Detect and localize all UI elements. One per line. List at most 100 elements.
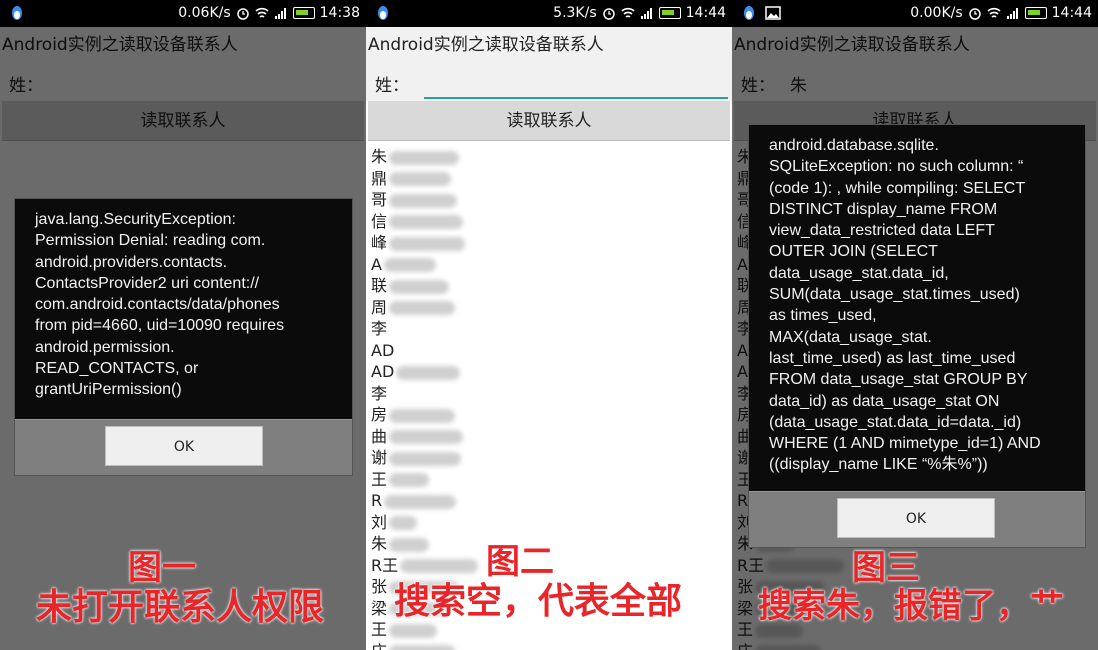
caption-text: 搜索朱，报错了，艹 xyxy=(758,586,1064,626)
contact-row[interactable]: 李 xyxy=(371,383,732,405)
status-bar: 0.00K/s 14:44 xyxy=(732,0,1098,27)
contact-name: 周 xyxy=(371,297,388,317)
contact-row[interactable]: 朱 xyxy=(371,146,732,168)
contact-name: 曲 xyxy=(371,426,388,446)
contact-name: 鼎 xyxy=(371,168,388,188)
redacted-text xyxy=(389,279,450,294)
screenshot-3: 0.00K/s 14:44 Android实例之读取设备联系人 姓： 朱 读取联… xyxy=(732,0,1098,650)
contact-row[interactable]: 李 xyxy=(371,318,732,340)
battery-icon xyxy=(1024,7,1047,19)
dialog-button-bar: OK xyxy=(749,491,1085,547)
signal-icon xyxy=(274,8,286,19)
redacted-text xyxy=(389,236,466,251)
surname-label: 姓： xyxy=(375,76,409,96)
contact-row[interactable]: 刘 xyxy=(371,512,732,534)
network-speed: 5.3K/s xyxy=(553,5,597,21)
redacted-text xyxy=(389,473,430,487)
status-bar: 0.06K/s 14:38 xyxy=(0,0,366,27)
contact-row[interactable]: 周 xyxy=(371,297,732,319)
contact-name: 庄 xyxy=(371,642,387,650)
contact-row[interactable]: 哥 xyxy=(371,189,732,211)
redacted-text xyxy=(389,451,462,466)
ok-button[interactable]: OK xyxy=(837,498,995,538)
caption-text: 搜索空，代表全部 xyxy=(394,581,683,622)
redacted-text xyxy=(383,258,436,272)
qq-penguin-icon xyxy=(744,6,754,20)
redacted-text xyxy=(389,623,438,638)
contact-row[interactable]: AD xyxy=(371,340,732,362)
contact-name: 房 xyxy=(371,405,388,424)
dialog-message: java.lang.SecurityException: Permission … xyxy=(35,211,285,399)
contact-row[interactable]: AD xyxy=(371,361,732,383)
contact-row[interactable]: 房 xyxy=(371,404,732,426)
surname-row: 姓： xyxy=(366,63,732,101)
contact-row[interactable]: 联 xyxy=(371,275,732,297)
error-dialog: java.lang.SecurityException: Permission … xyxy=(14,198,353,476)
redacted-text xyxy=(389,150,460,165)
contact-row[interactable]: A xyxy=(371,254,732,276)
contact-name: A xyxy=(371,254,382,274)
qq-penguin-icon xyxy=(378,6,388,20)
signal-icon xyxy=(640,8,652,19)
contact-name: 朱 xyxy=(371,534,388,553)
clock: 14:44 xyxy=(1051,5,1092,21)
ok-button[interactable]: OK xyxy=(105,426,263,466)
contact-name: 刘 xyxy=(371,512,388,532)
contact-row[interactable]: R xyxy=(371,490,732,512)
contact-row[interactable]: 谢 xyxy=(371,447,732,469)
read-contacts-button[interactable]: 读取联系人 xyxy=(368,101,730,141)
contact-name: 峰 xyxy=(371,233,388,252)
redacted-text xyxy=(396,365,461,380)
status-bar: 5.3K/s 14:44 xyxy=(366,0,732,27)
contact-row[interactable]: 鼎 xyxy=(371,168,732,190)
contact-name: 张 xyxy=(371,577,388,596)
alarm-clock-icon xyxy=(602,8,615,20)
redacted-text xyxy=(389,301,456,315)
redacted-text xyxy=(389,645,456,650)
contact-name: 李 xyxy=(371,319,388,338)
qq-penguin-icon xyxy=(12,6,22,20)
redacted-text xyxy=(389,516,418,530)
screenshot-2: 5.3K/s 14:44 Android实例之读取设备联系人 姓： 读取联系人 … xyxy=(366,0,732,650)
contact-name: AD xyxy=(371,340,395,360)
alarm-clock-icon xyxy=(968,8,981,20)
contact-name: 李 xyxy=(371,383,388,403)
surname-input[interactable] xyxy=(424,71,728,99)
contact-name: 梁 xyxy=(371,598,388,618)
signal-icon xyxy=(1006,8,1018,19)
redacted-text xyxy=(389,430,464,444)
network-speed: 0.06K/s xyxy=(178,5,231,21)
redacted-text xyxy=(384,494,457,509)
wifi-icon xyxy=(621,7,635,18)
caption-text: 未打开联系人权限 xyxy=(36,587,325,628)
app-title: Android实例之读取设备联系人 xyxy=(366,27,732,63)
redacted-text xyxy=(389,408,456,423)
contact-name: 王 xyxy=(371,620,388,639)
contact-name: 联 xyxy=(371,276,388,295)
clock: 14:38 xyxy=(319,5,360,21)
battery-icon xyxy=(658,7,681,19)
wifi-icon xyxy=(255,7,269,18)
screenshot-1: 0.06K/s 14:38 Android实例之读取设备联系人 姓： 读取联系人… xyxy=(0,0,366,650)
redacted-text xyxy=(389,215,464,229)
clock: 14:44 xyxy=(685,5,726,21)
contact-name: R xyxy=(371,491,383,510)
wifi-icon xyxy=(987,7,1001,18)
contact-row[interactable]: 王 xyxy=(371,469,732,491)
dialog-message: android.database.sqlite. SQLiteException… xyxy=(769,137,1041,474)
contact-name: 哥 xyxy=(371,190,388,209)
dialog-button-bar: OK xyxy=(15,419,352,475)
contact-row[interactable]: 信 xyxy=(371,211,732,233)
network-speed: 0.00K/s xyxy=(910,5,963,21)
redacted-text xyxy=(389,172,452,186)
contact-row[interactable]: 庄 xyxy=(371,641,732,650)
contact-row[interactable]: 曲 xyxy=(371,426,732,448)
contact-row[interactable]: 峰 xyxy=(371,232,732,254)
error-dialog: android.database.sqlite. SQLiteException… xyxy=(748,124,1086,548)
battery-icon xyxy=(292,7,315,19)
alarm-clock-icon xyxy=(236,8,249,20)
redacted-text xyxy=(389,193,458,208)
redacted-text xyxy=(400,559,479,573)
redacted-text xyxy=(389,537,430,552)
contact-name: 信 xyxy=(371,211,388,231)
